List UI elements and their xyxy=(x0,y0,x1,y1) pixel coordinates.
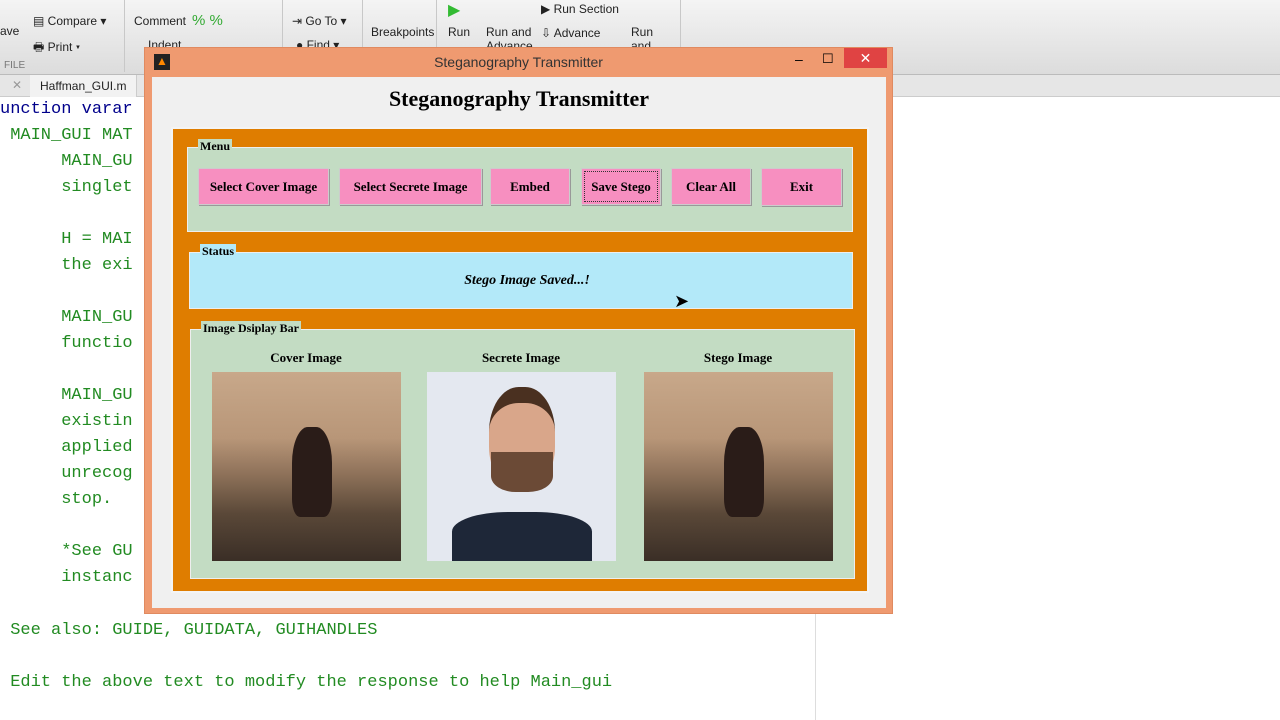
mouse-cursor-icon: ➤ xyxy=(674,291,690,311)
code-line: MAIN_GU xyxy=(0,308,133,327)
stego-image-caption: Stego Image xyxy=(703,350,773,365)
cover-image xyxy=(212,372,401,561)
image-display-panel: Image Dsiplay Bar Cover Image Secrete Im… xyxy=(190,321,855,579)
code-line: applied xyxy=(0,438,133,457)
code-line: unrecog xyxy=(0,464,133,483)
minimize-icon[interactable]: – xyxy=(795,51,803,67)
secrete-image xyxy=(427,372,616,561)
code-line: functio xyxy=(0,334,133,353)
cover-image-caption: Cover Image xyxy=(270,350,342,365)
print-button[interactable]: 🖶 Print ▾ xyxy=(33,38,80,59)
run-section-label: Run Section xyxy=(553,2,619,16)
save-button[interactable]: ave xyxy=(0,24,19,38)
goto-button[interactable]: ⇥ Go To ▾ xyxy=(292,14,347,28)
code-line: the exi xyxy=(0,256,133,275)
code-line: See also: GUIDE, GUIDATA, GUIHANDLES xyxy=(0,621,378,640)
tab-haffman-gui[interactable]: Haffman_GUI.m xyxy=(30,75,138,97)
window-client: Steganography Transmitter Menu Select Co… xyxy=(152,77,886,608)
exit-button[interactable]: Exit xyxy=(761,168,842,206)
code-line: MAIN_GUI MAT xyxy=(0,126,133,145)
page-title: Steganography Transmitter xyxy=(388,86,650,111)
stego-image xyxy=(644,372,833,561)
code-line: instanc xyxy=(0,568,133,587)
close-tab-icon[interactable]: ✕ xyxy=(12,78,22,92)
status-panel: Status Stego Image Saved...! xyxy=(189,244,853,309)
menu-panel: Menu Select Cover Image Select Secrete I… xyxy=(187,139,853,232)
status-text: Stego Image Saved...! xyxy=(464,273,590,288)
percent-icon[interactable]: % % xyxy=(192,12,223,29)
select-cover-image-button[interactable]: Select Cover Image xyxy=(198,168,329,205)
advance-label: Advance xyxy=(553,26,601,40)
run-icon[interactable]: ▶ xyxy=(448,0,460,20)
compare-label: Compare xyxy=(47,14,98,28)
comment-button[interactable]: Comment xyxy=(134,14,186,28)
code-line: singlet xyxy=(0,178,133,197)
menu-label: Menu xyxy=(198,139,232,154)
code-line: existin xyxy=(0,412,133,431)
code-line: MAIN_GU xyxy=(0,386,133,405)
secrete-image-caption: Secrete Image xyxy=(481,350,561,365)
run-button[interactable]: Run xyxy=(448,25,470,39)
window-title: Steganography Transmitter xyxy=(434,54,603,70)
code-line: unction varar xyxy=(0,100,133,119)
file-section-label: FILE xyxy=(4,60,26,71)
status-label: Status xyxy=(200,244,237,259)
run-section-button[interactable]: ▶ Run Section xyxy=(541,2,619,16)
save-stego-button[interactable]: Save Stego xyxy=(581,168,661,205)
code-line: *See GU xyxy=(0,542,133,561)
image-display-label: Image Dsiplay Bar xyxy=(201,321,301,336)
advance-button[interactable]: ⇩ Advance xyxy=(541,26,600,40)
main-frame: Menu Select Cover Image Select Secrete I… xyxy=(171,127,869,593)
embed-button[interactable]: Embed xyxy=(490,168,570,205)
code-line: H = MAI xyxy=(0,230,133,249)
compare-button[interactable]: ▤ Compare ▾ xyxy=(33,14,106,28)
maximize-icon[interactable]: ☐ xyxy=(822,51,834,67)
code-line: stop. xyxy=(0,490,113,509)
breakpoints-button[interactable]: Breakpoints xyxy=(371,25,434,39)
clear-all-button[interactable]: Clear All xyxy=(671,168,751,205)
steganography-window: ▲ Steganography Transmitter – ☐ ✕ Stegan… xyxy=(144,47,893,614)
goto-label: Go To xyxy=(305,14,338,28)
print-label: Print xyxy=(47,40,73,54)
code-line: MAIN_GU xyxy=(0,152,133,171)
select-secrete-image-button[interactable]: Select Secrete Image xyxy=(339,168,482,205)
code-line: Edit the above text to modify the respon… xyxy=(0,673,613,692)
close-icon[interactable]: ✕ xyxy=(844,48,887,68)
title-bar[interactable]: ▲ Steganography Transmitter – ☐ ✕ xyxy=(145,48,892,76)
